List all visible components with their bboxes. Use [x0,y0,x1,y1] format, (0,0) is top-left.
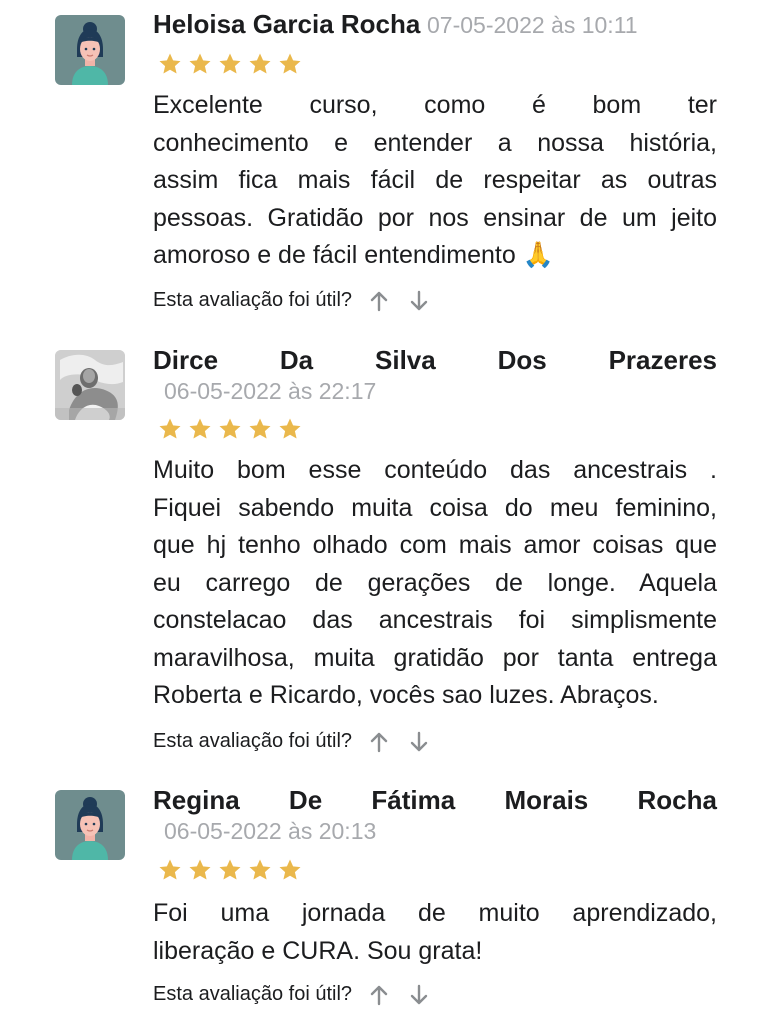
star-icon [158,417,182,441]
review-text-line: pessoas. Gratidão por nos ensinar de um … [153,203,717,232]
thumbs-down-arrow-icon[interactable] [408,290,430,312]
name-word: De [288,785,323,815]
reviewer-name: Dirce Da Silva Dos Prazeres [153,343,717,377]
reviewer-name: Heloisa Garcia Rocha 07-05-2022 às 10:11 [153,7,717,41]
star-icon [278,417,302,441]
review-text-line: amoroso e de fácil entendimento 🙏 [153,241,554,269]
name-word: Dirce [153,345,219,375]
review-date: 06-05-2022 às 20:13 [164,818,377,844]
name-word: Da [279,345,314,375]
star-rating [158,417,302,441]
name-word: Fátima [371,785,456,815]
review-text: Excelente curso, como é bom ter conhecim… [153,87,717,275]
review-text-line: assim fica mais fácil de respeitar as ou… [153,166,717,194]
star-icon [278,52,302,76]
name-word: Prazeres [608,345,717,375]
star-icon [158,858,182,882]
star-rating [158,52,302,76]
name-word: Dos [497,345,547,375]
star-icon [248,417,272,441]
thumbs-up-arrow-icon[interactable] [368,984,390,1006]
star-icon [188,858,212,882]
reviewer-name: Regina De Fátima Morais Rocha [153,783,717,817]
thumbs-up-arrow-icon[interactable] [368,731,390,753]
name-word: Rocha [637,785,717,815]
star-icon [248,52,272,76]
star-rating [158,858,302,882]
star-icon [188,417,212,441]
helpful-prompt: Esta avaliação foi útil? [153,730,430,753]
review-text-line: constelacao das ancestrais foi simplisme… [153,606,717,634]
star-icon [218,52,242,76]
user-avatar-photo [55,350,125,420]
star-icon [158,52,182,76]
user-avatar-icon [55,15,125,85]
thumbs-down-arrow-icon[interactable] [408,984,430,1006]
review-text-line: maravilhosa, muita gratidão por tanta en… [153,643,717,672]
star-icon [248,858,272,882]
helpful-label: Esta avaliação foi útil? [153,289,353,311]
review-date: 07-05-2022 às 10:11 [427,12,638,38]
review-text-line: Roberta e Ricardo, vocês sao luzes. Abra… [153,681,659,709]
review-text-line: Muito bom esse conteúdo das ancestrais . [153,456,717,484]
star-icon [278,858,302,882]
name-word: Regina [153,785,240,815]
star-icon [188,52,212,76]
review-text-line: conhecimento e entender a nossa história… [153,128,717,157]
thumbs-down-arrow-icon[interactable] [408,731,430,753]
review-date: 06-05-2022 às 22:17 [164,378,377,404]
helpful-prompt: Esta avaliação foi útil? [153,289,430,312]
review-text-line: liberação e CURA. Sou grata! [153,936,483,965]
review-text-line: Foi uma jornada de muito aprendizado, [153,899,717,927]
user-avatar-icon [55,790,125,860]
review-text-line: eu carrego de gerações de longe. Aquela [153,568,717,597]
thumbs-up-arrow-icon[interactable] [368,290,390,312]
star-icon [218,417,242,441]
star-icon [218,858,242,882]
review-text-line: Excelente curso, como é bom ter [153,91,717,119]
helpful-label: Esta avaliação foi útil? [153,983,353,1005]
review-text-line: Fiquei sabendo muita coisa do meu femini… [153,493,717,522]
review-text: Muito bom esse conteúdo das ancestrais .… [153,452,717,715]
review-text: Foi uma jornada de muito aprendizado, li… [153,895,717,970]
name-word: Morais [504,785,589,815]
helpful-prompt: Esta avaliação foi útil? [153,983,430,1006]
name-word: Silva [375,345,436,375]
helpful-label: Esta avaliação foi útil? [153,730,353,752]
review-text-line: que hj tenho olhado com mais amor coisas… [153,531,717,559]
